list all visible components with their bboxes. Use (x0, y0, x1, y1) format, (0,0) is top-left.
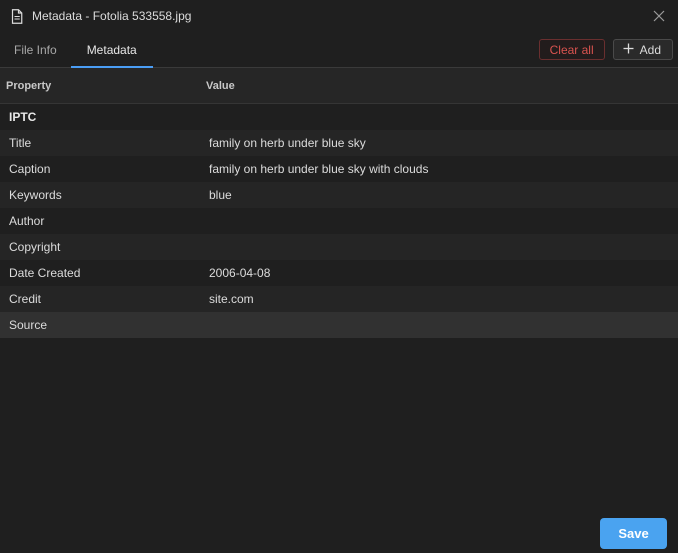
title-bar: Metadata - Fotolia 533558.jpg (0, 0, 678, 32)
window-title: Metadata - Fotolia 533558.jpg (32, 9, 192, 23)
table-row[interactable]: Keywords blue (0, 182, 678, 208)
document-icon (11, 8, 25, 24)
property-cell: Date Created (9, 266, 81, 280)
table-header: Property Value (0, 68, 678, 104)
tab-bar: File Info Metadata Clear all Add (0, 32, 678, 68)
section-header-iptc: IPTC (0, 104, 678, 130)
property-cell: Keywords (9, 188, 62, 202)
column-header-value: Value (206, 79, 235, 92)
value-cell[interactable]: family on herb under blue sky (209, 136, 678, 150)
value-cell[interactable]: site.com (209, 292, 678, 306)
table-row[interactable]: Title family on herb under blue sky (0, 130, 678, 156)
close-icon[interactable] (650, 7, 668, 25)
tab-metadata[interactable]: Metadata (70, 32, 153, 68)
property-cell: Caption (9, 162, 51, 176)
add-button[interactable]: Add (612, 39, 673, 60)
value-cell[interactable]: 2006-04-08 (209, 266, 678, 280)
add-button-label: Add (639, 42, 661, 57)
plus-icon (623, 43, 634, 57)
table-row[interactable]: Author (0, 208, 678, 234)
section-label: IPTC (9, 110, 37, 124)
property-cell: Source (9, 318, 48, 332)
clear-all-button[interactable]: Clear all (538, 39, 605, 60)
toolbar-actions: Clear all Add (538, 32, 678, 67)
tab-file-info[interactable]: File Info (0, 32, 71, 67)
table-row[interactable]: Credit site.com (0, 286, 678, 312)
column-header-property: Property (6, 79, 52, 92)
value-cell[interactable]: family on herb under blue sky with cloud… (209, 162, 678, 176)
property-cell: Credit (9, 292, 42, 306)
metadata-table: IPTC Title family on herb under blue sky… (0, 104, 678, 338)
table-row[interactable]: Date Created 2006-04-08 (0, 260, 678, 286)
property-cell: Copyright (9, 240, 61, 254)
table-row[interactable]: Copyright (0, 234, 678, 260)
value-cell[interactable]: blue (209, 188, 678, 202)
table-row[interactable]: Caption family on herb under blue sky wi… (0, 156, 678, 182)
save-button[interactable]: Save (600, 518, 667, 549)
table-row-selected[interactable]: Source (0, 312, 678, 338)
metadata-dialog: Metadata - Fotolia 533558.jpg File Info … (0, 0, 678, 553)
property-cell: Title (9, 136, 32, 150)
property-cell: Author (9, 214, 45, 228)
